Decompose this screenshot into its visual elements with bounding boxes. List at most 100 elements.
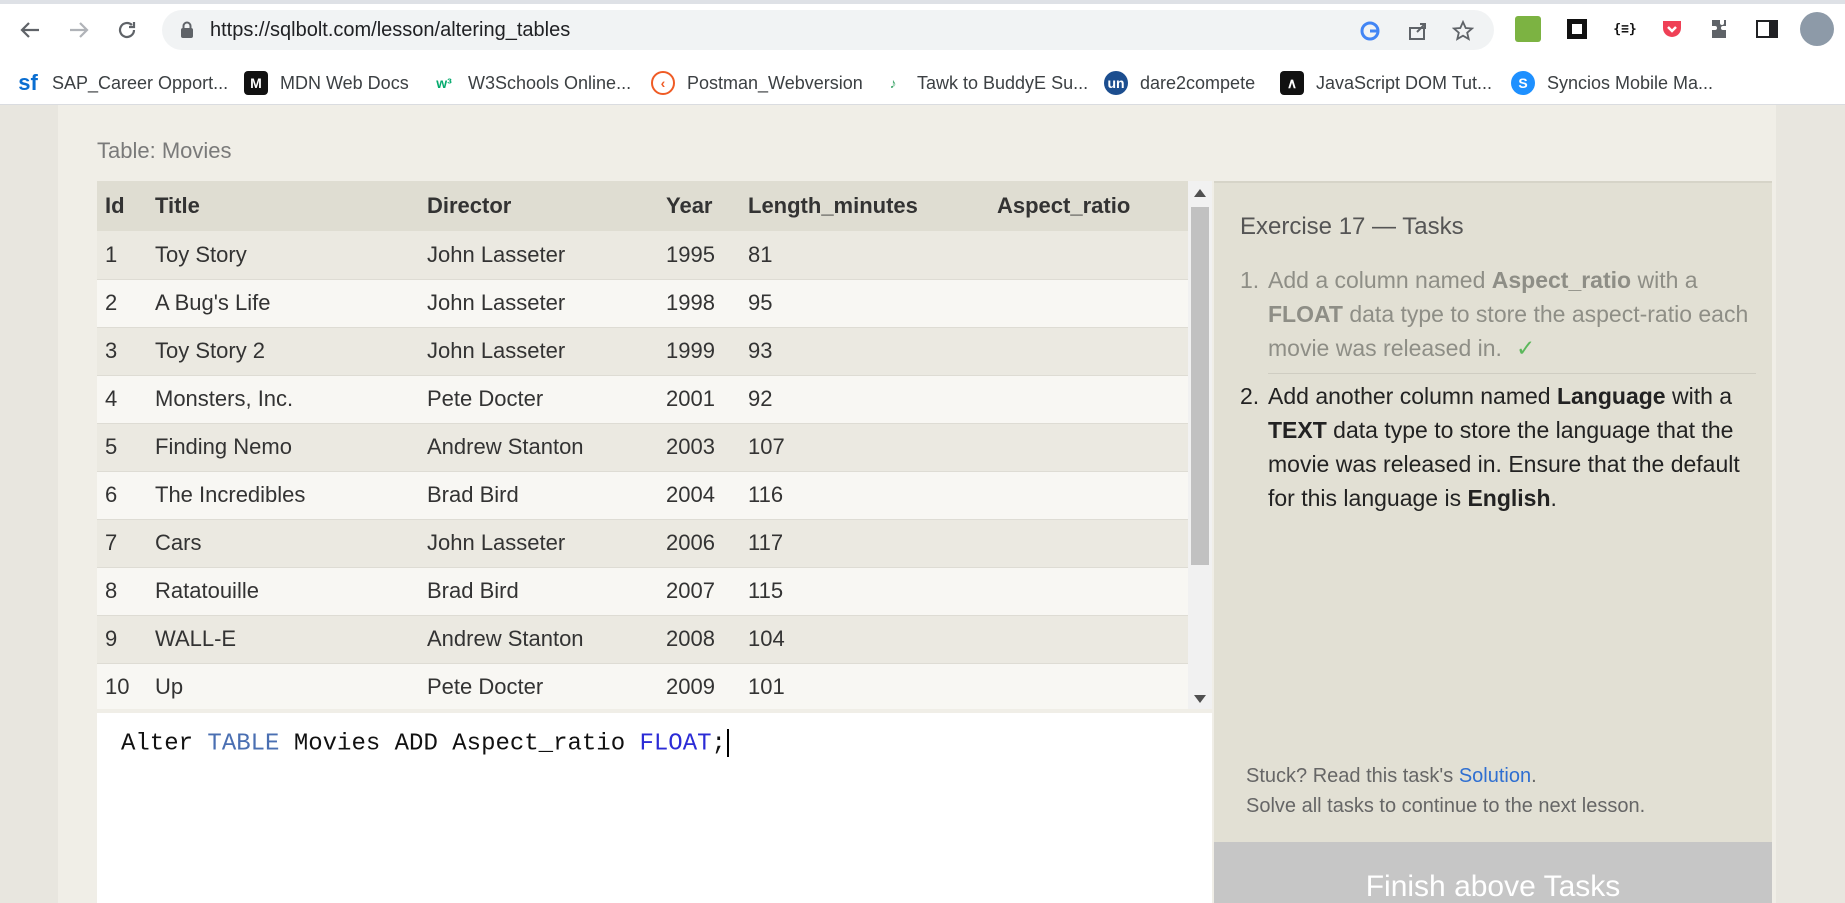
table-header-row: Id Title Director Year Length_minutes As… [97,181,1188,231]
table-row: 3 Toy Story 2 John Lasseter 1999 93 [97,327,1188,376]
cell-aspect-ratio [989,279,1188,328]
cell-id: 5 [97,423,147,472]
cell-title: Toy Story [147,231,419,280]
cell-year: 2003 [658,423,740,472]
code-token: Movies ADD Aspect_ratio [279,730,640,758]
continue-text: Solve all tasks to continue to the next … [1246,795,1646,817]
postman-icon: ‹ [651,71,675,95]
code-keyword-float: FLOAT [639,730,712,758]
profile-avatar[interactable] [1800,12,1834,46]
cell-year: 2001 [658,375,740,424]
task-text-part: Add another column named [1268,383,1557,409]
cell-length-minutes: 81 [740,231,989,280]
cell-director: John Lasseter [419,231,658,280]
tab-strip [0,0,1845,4]
bookmark-tawk[interactable]: ♪ Tawk to BuddyE Su... [881,61,1089,105]
bookmark-mdn[interactable]: M MDN Web Docs [244,61,409,105]
w3schools-icon: w³ [436,75,452,91]
pocket-icon[interactable] [1659,16,1685,42]
table-row: 8 Ratatouille Brad Bird 2007 115 [97,567,1188,616]
sql-query-text: Alter TABLE Movies ADD Aspect_ratio FLOA… [121,729,729,757]
column-header-year: Year [658,181,740,231]
bookmark-sap[interactable]: sf SAP_Career Opport... [16,61,228,105]
table-scrollbar[interactable] [1188,181,1212,709]
cell-title: The Incredibles [147,471,419,520]
url-text: https://sqlbolt.com/lesson/altering_tabl… [210,19,571,41]
table-row: 6 The Incredibles Brad Bird 2004 116 [97,471,1188,520]
json-extension-icon[interactable]: {≡} [1612,16,1638,42]
bookmark-postman[interactable]: ‹ Postman_Webversion [651,61,863,105]
scroll-down-arrow-icon[interactable] [1194,695,1206,703]
star-icon[interactable] [1451,19,1475,43]
task-text-part: with a [1631,267,1698,293]
cell-id: 10 [97,663,147,709]
task-text-part: Add a column named [1268,267,1492,293]
address-bar[interactable]: https://sqlbolt.com/lesson/altering_tabl… [162,10,1494,50]
cell-director: Andrew Stanton [419,423,658,472]
cell-year: 2007 [658,567,740,616]
tasks-title: Exercise 17 — Tasks [1240,213,1464,240]
task-divider [1268,373,1756,374]
movies-table-container[interactable]: Id Title Director Year Length_minutes As… [97,181,1188,709]
cell-year: 1998 [658,279,740,328]
column-header-director: Director [419,181,658,231]
cell-title: Toy Story 2 [147,327,419,376]
task-number: 1. [1240,267,1260,293]
column-header-length-minutes: Length_minutes [740,181,989,231]
google-icon[interactable] [1358,19,1382,43]
bookmark-label: Tawk to BuddyE Su... [917,72,1089,93]
cell-aspect-ratio [989,615,1188,664]
lock-icon [180,21,194,44]
bookmark-javascript-dom[interactable]: ∧ JavaScript DOM Tut... [1280,61,1492,105]
bookmark-syncios[interactable]: S Syncios Mobile Ma... [1511,61,1713,105]
checkmark-icon: ✓ [1515,335,1536,361]
table-row: 10 Up Pete Docter 2009 101 [97,663,1188,709]
bookmark-label: MDN Web Docs [280,72,409,93]
back-button[interactable] [14,14,46,46]
cell-id: 9 [97,615,147,664]
cell-director: Pete Docter [419,663,658,709]
reload-icon [118,21,136,39]
cell-length-minutes: 107 [740,423,989,472]
scroll-up-arrow-icon[interactable] [1194,189,1206,197]
task-bold-type: TEXT [1268,417,1327,443]
arrow-right-icon [70,22,89,38]
cell-length-minutes: 101 [740,663,989,709]
cell-aspect-ratio [989,231,1188,280]
bookmark-w3schools[interactable]: w³ W3Schools Online... [432,61,631,105]
forward-button[interactable] [63,14,95,46]
column-header-title: Title [147,181,419,231]
bookmark-label: dare2compete [1140,72,1256,93]
cell-year: 1999 [658,327,740,376]
cell-length-minutes: 95 [740,279,989,328]
cell-id: 4 [97,375,147,424]
stuck-text: Stuck? Read this task's [1246,765,1459,787]
cell-aspect-ratio [989,375,1188,424]
task-text: Add a column named Aspect_ratio with a F… [1268,263,1756,365]
solution-link[interactable]: Solution [1459,765,1531,787]
scrollbar-thumb[interactable] [1191,207,1209,565]
cell-year: 2009 [658,663,740,709]
puzzle-icon[interactable] [1706,16,1732,42]
cell-length-minutes: 115 [740,567,989,616]
cell-director: Pete Docter [419,375,658,424]
sql-editor[interactable]: Alter TABLE Movies ADD Aspect_ratio FLOA… [97,713,1212,903]
side-panel-icon[interactable] [1754,16,1780,42]
cell-year: 2008 [658,615,740,664]
share-icon[interactable] [1406,19,1430,43]
extension-square-icon[interactable] [1564,16,1590,42]
table-row: 5 Finding Nemo Andrew Stanton 2003 107 [97,423,1188,472]
finish-tasks-button[interactable]: Finish above Tasks [1214,842,1772,903]
bookmark-label: Syncios Mobile Ma... [1547,72,1714,93]
extension-green-icon[interactable] [1515,16,1541,42]
stuck-hint: Stuck? Read this task's Solution. Solve … [1246,761,1645,821]
task-bold-type: FLOAT [1268,301,1343,327]
table-row: 4 Monsters, Inc. Pete Docter 2001 92 [97,375,1188,424]
reload-button[interactable] [111,14,143,46]
cell-aspect-ratio [989,327,1188,376]
bookmark-dare2compete[interactable]: un dare2compete [1104,61,1255,105]
bookmark-label: Postman_Webversion [687,72,863,93]
cell-id: 2 [97,279,147,328]
cell-director: Andrew Stanton [419,615,658,664]
code-token: Alter [121,730,208,758]
